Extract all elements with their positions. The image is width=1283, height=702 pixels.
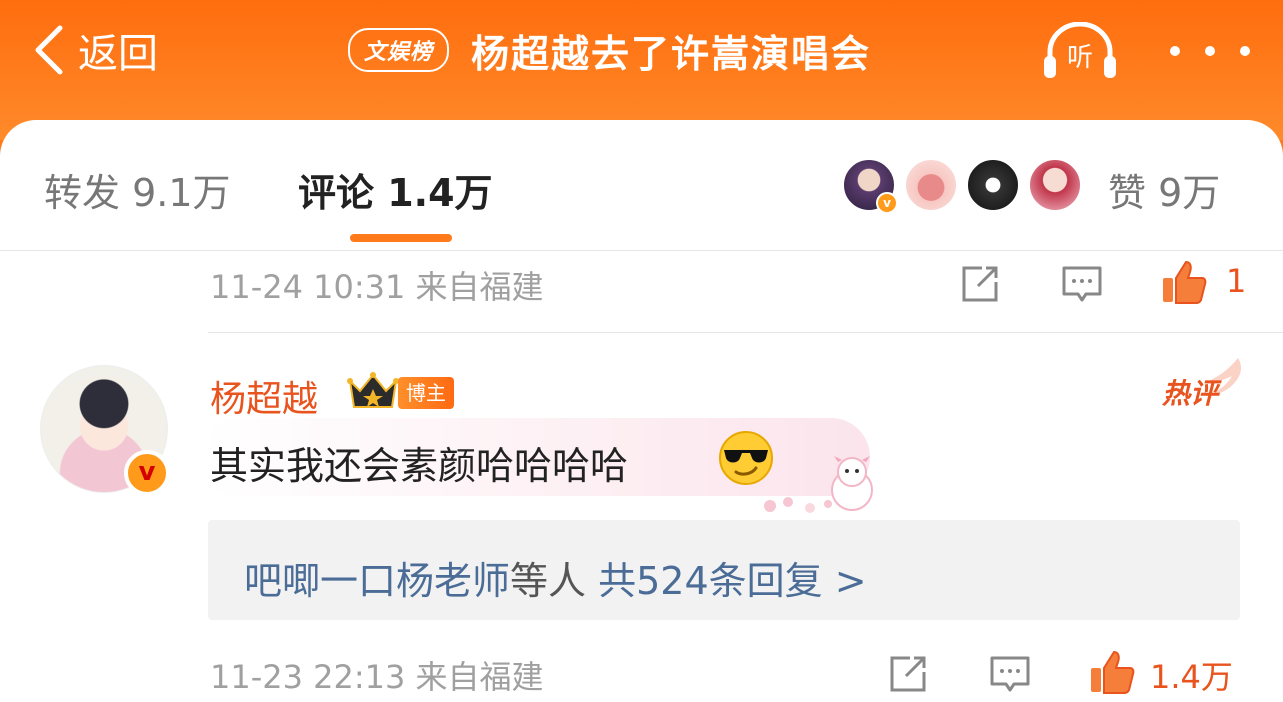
thumbs-up-icon[interactable] <box>1160 258 1208 306</box>
liker-avatar[interactable] <box>1028 158 1082 212</box>
reply-etc-label: 等人 <box>510 559 587 603</box>
title-area: 文娱榜 杨超越去了许嵩演唱会 <box>348 24 871 76</box>
page-title: 杨超越去了许嵩演唱会 <box>471 31 872 76</box>
share-icon[interactable] <box>886 652 930 696</box>
top-bar: 返回 文娱榜 杨超越去了许嵩演唱会 听 <box>0 0 1283 140</box>
reply-user-link[interactable]: 吧唧一口杨老师 <box>244 559 510 603</box>
crown-icon <box>347 372 399 408</box>
dot-icon <box>1205 46 1215 56</box>
reply-comment-icon[interactable] <box>988 652 1032 696</box>
liker-avatar[interactable] <box>966 158 1020 212</box>
tab-bar: 转发 9.1万 评论 1.4万 v 赞 9万 <box>0 120 1283 250</box>
back-label: 返回 <box>78 31 158 77</box>
like-count: 1.4万 <box>1150 658 1233 696</box>
verified-icon: v <box>876 192 898 214</box>
verified-icon: v <box>124 450 170 496</box>
role-badge: 博主 <box>398 377 454 409</box>
like-count: 1 <box>1226 262 1247 300</box>
replies-summary: 吧唧一口杨老师等人 共524条回复 > <box>244 550 867 605</box>
sheep-sticker-decoration <box>764 456 873 513</box>
share-icon[interactable] <box>958 262 1002 306</box>
back-button[interactable]: 返回 <box>30 20 158 80</box>
divider <box>208 332 1283 333</box>
replies-preview[interactable]: 吧唧一口杨老师等人 共524条回复 > <box>208 520 1240 620</box>
dot-icon <box>1170 46 1180 56</box>
divider <box>0 250 1283 251</box>
comment-time: 11-23 22:13 来自福建 <box>210 658 544 696</box>
active-tab-indicator <box>350 234 452 242</box>
listen-label: 听 <box>1067 43 1093 73</box>
reply-count-link[interactable]: 共524条回复 > <box>598 559 866 603</box>
dot-icon <box>1240 46 1250 56</box>
listen-headphones-icon[interactable]: 听 <box>1040 22 1120 82</box>
comment-time: 11-24 10:31 来自福建 <box>210 268 544 306</box>
liker-avatar[interactable] <box>904 158 958 212</box>
thumbs-up-icon[interactable] <box>1088 648 1136 696</box>
reply-comment-icon[interactable] <box>1060 262 1104 306</box>
tab-repost[interactable]: 转发 9.1万 <box>44 162 231 217</box>
comments-panel: 转发 9.1万 评论 1.4万 v 赞 9万 11-24 10:31 来自福建 … <box>0 120 1283 702</box>
hot-comment-tag: 热评 <box>1162 377 1219 410</box>
more-options-button[interactable] <box>1170 36 1250 66</box>
tab-likes[interactable]: 赞 9万 <box>1108 162 1220 217</box>
tab-comment[interactable]: 评论 1.4万 <box>298 162 493 217</box>
comment-text: 其实我还会素颜哈哈哈哈 <box>210 444 629 488</box>
comment-username[interactable]: 杨超越 <box>210 370 318 422</box>
ranking-badge[interactable]: 文娱榜 <box>348 28 450 72</box>
chevron-left-icon <box>35 25 63 75</box>
